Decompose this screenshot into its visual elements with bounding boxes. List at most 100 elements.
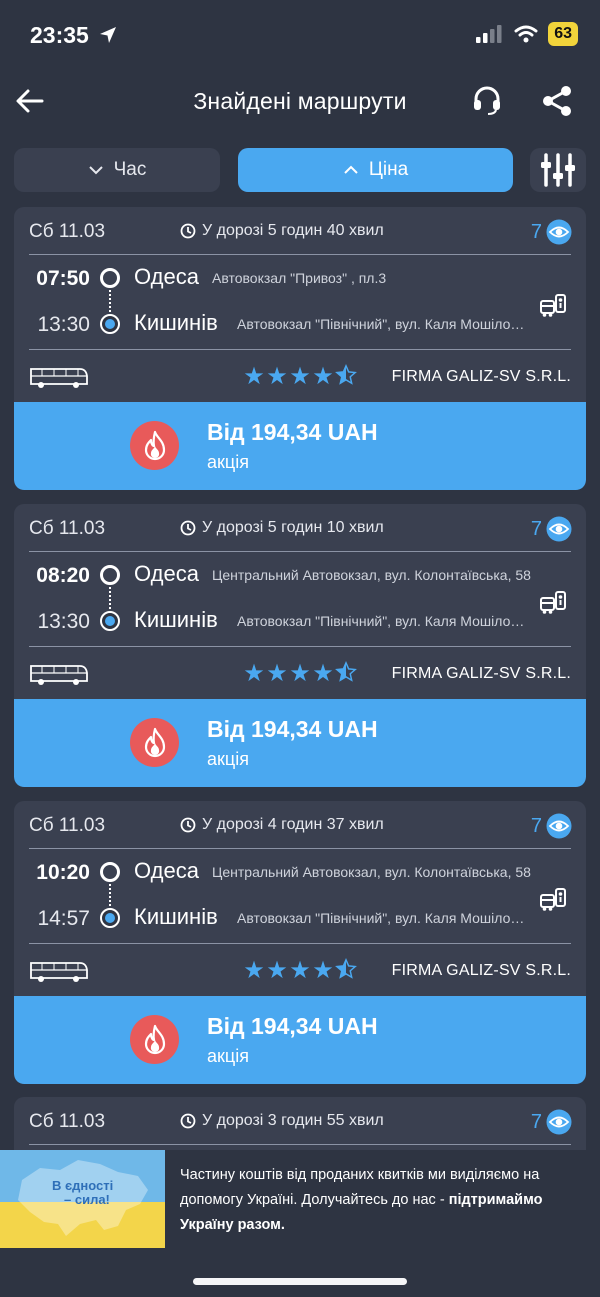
arrival-station: Автовокзал "Північний", вул. Каля Мошіло… [237,910,532,926]
status-bar: 23:35 63 [0,0,600,70]
trip-card[interactable]: Сб 11.03 У дорозі 5 годин 10 хвил 7 08:2… [14,504,586,787]
star-full-icon: ★ [243,660,265,687]
arrival-city: Кишинів [134,310,218,335]
star-full-icon: ★ [312,660,334,687]
trip-duration: У дорозі 3 годин 55 хвил [180,1112,384,1130]
clock-icon [180,223,196,239]
promo-label: акція [207,749,249,769]
star-full-icon: ★ [243,363,265,390]
star-full-icon: ★ [289,660,311,687]
sort-price-label: Ціна [368,159,409,180]
departure-station: Центральний Автовокзал, вул. Колонтаївсь… [212,567,531,583]
departure-dot-icon [100,565,120,585]
card-divider [29,254,571,255]
card-divider [29,1144,571,1145]
bus-icon [30,368,88,388]
wifi-icon [514,25,538,43]
trip-card[interactable]: Сб 11.03 У дорозі 5 годин 40 хвил 7 07:5… [14,207,586,490]
arrival-dot-icon [100,908,120,928]
departure-station: Центральний Автовокзал, вул. Колонтаївсь… [212,864,531,880]
trip-card[interactable]: Сб 11.03 У дорозі 4 годин 37 хвил 7 10:2… [14,801,586,1084]
star-full-icon: ★ [243,957,265,984]
arrival-time: 14:57 [37,907,90,930]
star-full-icon: ★ [289,363,311,390]
trip-card[interactable]: Сб 11.03 У дорозі 3 годин 55 хвил 7 [14,1097,586,1157]
fire-badge [130,718,179,767]
price-button[interactable]: Від 194,34 UAH акція [14,402,586,490]
arrival-dot-icon [100,314,120,334]
departure-city: Одеса [134,264,199,289]
trip-date: Сб 11.03 [29,815,106,836]
clock-icon [180,1113,196,1129]
route-line [109,290,111,312]
trip-duration: У дорозі 4 годин 37 хвил [180,816,384,834]
bus-icon [30,665,88,685]
location-arrow-icon [100,27,116,43]
fire-badge [130,1015,179,1064]
trip-views[interactable]: 7 [531,813,572,839]
departure-city: Одеса [134,858,199,883]
card-divider [29,848,571,849]
star-half-icon [335,956,357,985]
share-icon[interactable] [540,84,574,118]
chevron-up-icon [344,165,358,174]
clock-icon [180,520,196,536]
sort-row: Час Ціна [0,146,600,194]
card-divider [29,551,571,552]
app-header: Знайдені маршрути [0,70,600,134]
arrival-city: Кишинів [134,607,218,632]
star-full-icon: ★ [312,363,334,390]
price-amount: Від 194,34 UAH [207,1013,378,1039]
arrival-time: 13:30 [37,313,90,336]
eye-icon [546,1109,572,1135]
bus-transfer-icon [540,591,566,614]
sort-by-time-button[interactable]: Час [14,148,220,192]
price-button[interactable]: Від 194,34 UAH акція [14,699,586,787]
departure-time: 08:20 [36,564,90,587]
departure-dot-icon [100,862,120,882]
rating-stars: ★ ★ ★ ★ [243,956,357,985]
rating-stars: ★ ★ ★ ★ [243,659,357,688]
headset-icon[interactable] [471,84,503,116]
departure-station: Автовокзал "Привоз" , пл.3 [212,270,387,286]
departure-time: 07:50 [36,267,90,290]
arrival-station: Автовокзал "Північний", вул. Каля Мошіло… [237,613,532,629]
star-half-icon [335,362,357,391]
bus-icon [30,962,88,982]
filter-sliders-icon [541,153,575,187]
filter-button[interactable] [530,148,586,192]
arrival-city: Кишинів [134,904,218,929]
trip-views[interactable]: 7 [531,219,572,245]
trip-date: Сб 11.03 [29,1111,106,1132]
card-divider [29,646,571,647]
departure-dot-icon [100,268,120,288]
carrier-name: FIRMA GALIZ-SV S.R.L. [391,368,571,385]
trip-duration: У дорозі 5 годин 10 хвил [180,519,384,537]
eye-icon [546,516,572,542]
star-full-icon: ★ [266,957,288,984]
price-button[interactable]: Від 194,34 UAH акція [14,996,586,1084]
card-divider [29,943,571,944]
price-amount: Від 194,34 UAH [207,716,378,742]
star-half-icon [335,659,357,688]
rating-stars: ★ ★ ★ ★ [243,362,357,391]
price-amount: Від 194,34 UAH [207,419,378,445]
trip-views[interactable]: 7 [531,1109,572,1135]
sort-by-price-button[interactable]: Ціна [238,148,513,192]
trip-views[interactable]: 7 [531,516,572,542]
carrier-name: FIRMA GALIZ-SV S.R.L. [391,665,571,682]
route-line [109,587,111,609]
fire-icon [144,1024,165,1054]
trip-views-count: 7 [530,814,542,837]
star-full-icon: ★ [312,957,334,984]
support-ukraine-banner[interactable]: В єдності – сила! Частину коштів від про… [0,1150,600,1248]
sort-time-label: Час [113,159,147,180]
banner-text: Частину коштів від проданих квитків ми в… [180,1163,590,1238]
ukraine-map-image: В єдності – сила! [0,1150,165,1248]
arrival-time: 13:30 [37,610,90,633]
trip-duration-text: У дорозі 3 годин 55 хвил [202,1112,384,1129]
clock-icon [180,817,196,833]
promo-label: акція [207,452,249,472]
trip-views-count: 7 [530,517,542,540]
home-indicator[interactable] [193,1278,407,1285]
